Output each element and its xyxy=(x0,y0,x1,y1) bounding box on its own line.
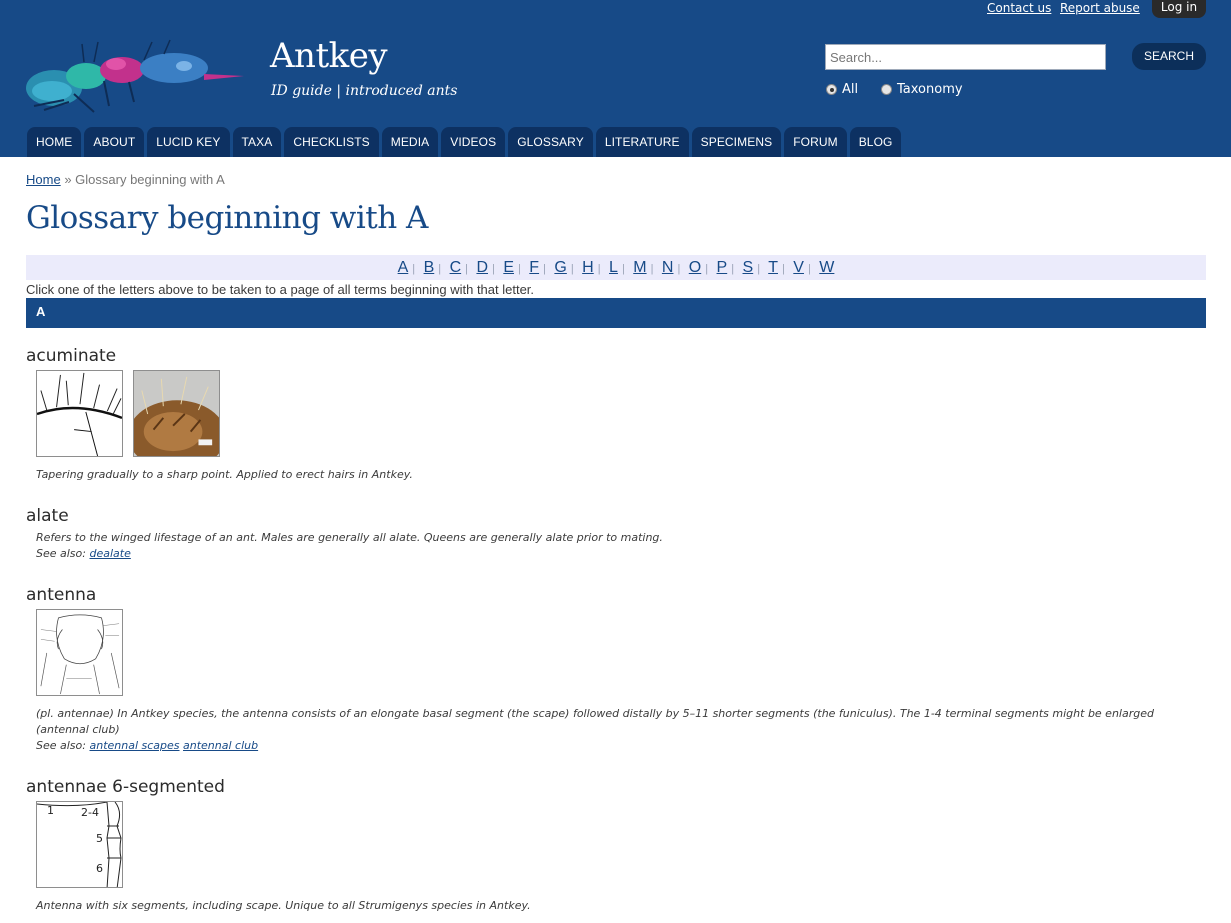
page-title: Glossary beginning with A xyxy=(26,200,428,236)
letter-separator: | xyxy=(597,263,601,275)
contact-us-link[interactable]: Contact us xyxy=(987,1,1051,15)
term-alate: alate xyxy=(26,506,69,526)
acuminate-drawing-thumbnail[interactable] xyxy=(36,370,123,457)
search-scope-taxonomy[interactable]: Taxonomy xyxy=(881,82,963,97)
letter-separator: | xyxy=(781,263,785,275)
term-acuminate: acuminate xyxy=(26,346,117,366)
letter-link-t[interactable]: T xyxy=(768,259,778,276)
letter-link-l[interactable]: L xyxy=(609,259,618,276)
search-button[interactable]: SEARCH xyxy=(1132,43,1206,70)
letter-separator: | xyxy=(621,263,625,275)
definition-antennae-6-segmented: Antenna with six segments, including sca… xyxy=(36,899,531,912)
letter-link-h[interactable]: H xyxy=(582,259,594,276)
see-also-label: See also: xyxy=(36,739,86,752)
letter-separator: | xyxy=(492,263,495,275)
letter-separator: | xyxy=(412,263,416,275)
breadcrumb: Home » Glossary beginning with A xyxy=(26,172,225,187)
definition-acuminate: Tapering gradually to a sharp point. App… xyxy=(36,468,413,481)
search-scope-all-label: All xyxy=(842,82,859,97)
acuminate-photo-thumbnail[interactable] xyxy=(133,370,220,457)
breadcrumb-home-link[interactable]: Home xyxy=(26,172,61,187)
radio-checked-icon[interactable] xyxy=(826,84,837,95)
login-button[interactable]: Log in xyxy=(1152,0,1206,18)
see-also-link-antennal-scapes[interactable]: antennal scapes xyxy=(89,739,179,752)
letter-separator: | xyxy=(650,263,654,275)
letter-link-p[interactable]: P xyxy=(717,259,728,276)
see-also-alate: See also: dealate xyxy=(36,546,1206,562)
see-also-link-antennal-club[interactable]: antennal club xyxy=(183,739,258,752)
alphabet-nav: A | B | C | D | E | F | G | H | L | M | N | O | P | S… xyxy=(26,255,1206,280)
site-name[interactable]: Antkey xyxy=(270,36,388,76)
term-antenna: antenna xyxy=(26,585,97,605)
letter-separator: | xyxy=(807,263,811,275)
segment-label-6: 6 xyxy=(96,862,103,875)
letter-link-v[interactable]: V xyxy=(793,259,804,276)
letter-link-g[interactable]: G xyxy=(554,259,566,276)
letter-separator: | xyxy=(731,263,735,275)
definition-alate: Refers to the winged lifestage of an ant… xyxy=(36,531,663,544)
antenna-diagram-thumbnail[interactable] xyxy=(36,609,123,696)
definition-antenna: (pl. antennae) In Antkey species, the an… xyxy=(36,707,1154,736)
segment-label-1: 1 xyxy=(47,804,54,817)
menu-item-specimens[interactable]: SPECIMENS xyxy=(691,127,782,157)
see-also-link-dealate[interactable]: dealate xyxy=(89,547,130,560)
letter-link-f[interactable]: F xyxy=(529,259,539,276)
antennae-6-segmented-diagram-thumbnail[interactable]: 1 2-4 5 6 xyxy=(36,801,123,888)
menu-item-taxa[interactable]: TAXA xyxy=(232,127,282,157)
letter-link-e[interactable]: E xyxy=(503,259,514,276)
menu-item-checklists[interactable]: CHECKLISTS xyxy=(284,127,379,157)
letter-link-o[interactable]: O xyxy=(689,259,701,276)
letter-heading: A xyxy=(26,298,1206,328)
menu-item-media[interactable]: MEDIA xyxy=(381,127,439,157)
letter-link-w[interactable]: W xyxy=(819,259,834,276)
breadcrumb-separator: » xyxy=(64,172,72,187)
letter-separator: | xyxy=(757,263,761,275)
main-menu: HOME ABOUT LUCID KEY TAXA CHECKLISTS MED… xyxy=(27,127,902,157)
menu-item-literature[interactable]: LITERATURE xyxy=(595,127,689,157)
letter-separator: | xyxy=(677,263,681,275)
menu-item-about[interactable]: ABOUT xyxy=(84,127,145,157)
site-slogan: ID guide | introduced ants xyxy=(271,83,458,99)
search-scope-all[interactable]: All xyxy=(826,82,858,97)
letter-separator: | xyxy=(570,263,574,275)
term-antennae-6-segmented: antennae 6-segmented xyxy=(26,777,225,797)
menu-item-forum[interactable]: FORUM xyxy=(784,127,847,157)
segment-label-2-4: 2-4 xyxy=(81,806,99,819)
menu-item-lucid-key[interactable]: LUCID KEY xyxy=(147,127,230,157)
alphabet-hint: Click one of the letters above to be tak… xyxy=(26,282,535,297)
menu-item-glossary[interactable]: GLOSSARY xyxy=(508,127,593,157)
letter-separator: | xyxy=(705,263,709,275)
radio-unchecked-icon[interactable] xyxy=(881,84,892,95)
menu-item-home[interactable]: HOME xyxy=(27,127,82,157)
see-also-label: See also: xyxy=(36,547,86,560)
letter-link-a[interactable]: A xyxy=(398,259,409,276)
letter-link-c[interactable]: C xyxy=(450,259,462,276)
search-scope-taxonomy-label: Taxonomy xyxy=(897,82,963,97)
segment-label-5: 5 xyxy=(96,832,103,845)
menu-item-videos[interactable]: VIDEOS xyxy=(441,127,506,157)
site-header: Contact us Report abuse Log in Antkey ID… xyxy=(0,0,1231,157)
letter-separator: | xyxy=(438,263,442,275)
letter-link-s[interactable]: S xyxy=(743,259,754,276)
report-abuse-link[interactable]: Report abuse xyxy=(1060,1,1140,15)
letter-separator: | xyxy=(465,263,468,275)
breadcrumb-current: Glossary beginning with A xyxy=(75,172,225,187)
search-input[interactable] xyxy=(825,44,1106,70)
see-also-antenna: See also: antennal scapes antennal club xyxy=(36,738,1206,754)
letter-link-m[interactable]: M xyxy=(633,259,646,276)
letter-separator: | xyxy=(517,263,521,275)
letter-separator: | xyxy=(543,263,546,275)
letter-link-b[interactable]: B xyxy=(424,259,435,276)
letter-link-d[interactable]: D xyxy=(476,259,488,276)
menu-item-blog[interactable]: BLOG xyxy=(849,127,902,157)
letter-link-n[interactable]: N xyxy=(662,259,674,276)
antkey-logo[interactable] xyxy=(24,36,252,116)
